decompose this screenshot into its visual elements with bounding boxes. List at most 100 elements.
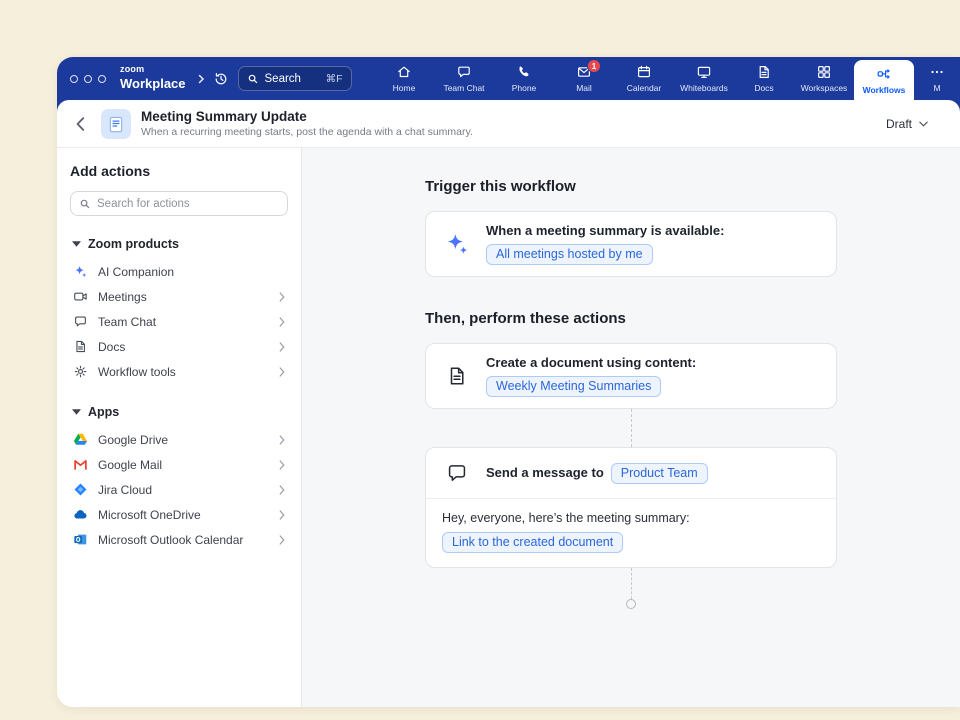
nav-item-calendar[interactable]: Calendar bbox=[614, 57, 674, 100]
section-header-zoom-products[interactable]: Zoom products bbox=[70, 237, 288, 251]
workflow-title-block: Meeting Summary Update When a recurring … bbox=[141, 109, 473, 138]
search-icon bbox=[247, 73, 259, 85]
chat-bubble-icon bbox=[442, 462, 472, 484]
onedrive-icon bbox=[72, 507, 89, 522]
chevron-right-icon bbox=[279, 342, 285, 352]
nav-item-label: Workspaces bbox=[801, 83, 848, 93]
send-message-text: Send a message to bbox=[486, 465, 604, 480]
window-controls[interactable] bbox=[70, 75, 106, 83]
search-shortcut: ⌘F bbox=[326, 73, 343, 85]
sidebar-item-ai-companion[interactable]: AI Companion bbox=[70, 259, 288, 284]
nav-item-label: Calendar bbox=[627, 83, 662, 93]
nav-item-more[interactable]: M bbox=[914, 57, 960, 100]
chevron-left-icon bbox=[75, 117, 86, 131]
home-icon bbox=[396, 64, 412, 80]
nav-item-home[interactable]: Home bbox=[374, 57, 434, 100]
search-input[interactable] bbox=[97, 198, 279, 210]
sidebar-item-label: Docs bbox=[98, 340, 125, 354]
nav-item-phone[interactable]: Phone bbox=[494, 57, 554, 100]
logo-workplace-text: Workplace bbox=[120, 76, 186, 91]
section-label: Apps bbox=[88, 405, 119, 419]
search-icon bbox=[79, 198, 91, 210]
message-body[interactable]: Hey, everyone, here’s the meeting summar… bbox=[426, 499, 836, 567]
docs-icon bbox=[72, 339, 89, 354]
sidebar-item-microsoft-outlook-calendar[interactable]: Microsoft Outlook Calendar bbox=[70, 527, 288, 552]
mail-unread-badge: 1 bbox=[587, 59, 601, 73]
trigger-content: When a meeting summary is available: All… bbox=[486, 223, 724, 265]
sidebar-item-microsoft-onedrive[interactable]: Microsoft OneDrive bbox=[70, 502, 288, 527]
sidebar-item-label: Google Drive bbox=[98, 433, 168, 447]
create-document-card[interactable]: Create a document using content: Weekly … bbox=[425, 343, 837, 409]
docs-icon bbox=[756, 64, 772, 80]
nav-item-mail[interactable]: 1 Mail bbox=[554, 57, 614, 100]
outlook-calendar-icon bbox=[72, 532, 89, 547]
add-step-node[interactable] bbox=[626, 599, 636, 609]
nav-item-label: Docs bbox=[754, 83, 773, 93]
history-icon[interactable] bbox=[213, 71, 229, 87]
sidebar-section-apps: Apps Google Drive Google Mail bbox=[70, 405, 288, 552]
sidebar-title: Add actions bbox=[70, 163, 288, 179]
trigger-scope-chip[interactable]: All meetings hosted by me bbox=[486, 244, 653, 265]
window-control-dot[interactable] bbox=[98, 75, 106, 83]
workspaces-icon bbox=[816, 64, 832, 80]
chevron-down-icon bbox=[919, 121, 928, 127]
window-control-dot[interactable] bbox=[84, 75, 92, 83]
sidebar-item-label: AI Companion bbox=[98, 265, 174, 279]
connector-dashed bbox=[631, 409, 632, 447]
window-body: Add actions Zoom products AI Companion bbox=[57, 148, 960, 707]
workflow-title: Meeting Summary Update bbox=[141, 109, 473, 124]
search-label: Search bbox=[265, 73, 301, 85]
chevron-right-icon bbox=[279, 485, 285, 495]
meeting-summary-icon bbox=[101, 109, 131, 139]
recipient-chip[interactable]: Product Team bbox=[611, 463, 708, 484]
sidebar-item-docs[interactable]: Docs bbox=[70, 334, 288, 359]
nav-item-workflows[interactable]: Workflows bbox=[854, 60, 914, 100]
sidebar-item-label: Workflow tools bbox=[98, 365, 176, 379]
trigger-card[interactable]: When a meeting summary is available: All… bbox=[425, 211, 837, 277]
meetings-icon bbox=[72, 289, 89, 304]
team-chat-icon bbox=[72, 314, 89, 329]
nav-item-workspaces[interactable]: Workspaces bbox=[794, 57, 854, 100]
nav-item-label: M bbox=[933, 83, 940, 93]
header-strip: Meeting Summary Update When a recurring … bbox=[57, 100, 960, 148]
nav-item-label: Team Chat bbox=[443, 83, 484, 93]
nav-item-docs[interactable]: Docs bbox=[734, 57, 794, 100]
sidebar-item-team-chat[interactable]: Team Chat bbox=[70, 309, 288, 334]
nav-items: Home Team Chat Phone 1 Mail Calendar bbox=[374, 57, 960, 100]
top-navigation: zoom Workplace Search ⌘F Home Team Chat bbox=[57, 57, 960, 100]
nav-item-team-chat[interactable]: Team Chat bbox=[434, 57, 494, 100]
sidebar-item-meetings[interactable]: Meetings bbox=[70, 284, 288, 309]
status-dropdown[interactable]: Draft bbox=[876, 112, 938, 136]
chevron-right-icon[interactable] bbox=[196, 74, 206, 84]
send-message-content: Send a message to Product Team bbox=[486, 463, 708, 484]
global-search[interactable]: Search ⌘F bbox=[238, 66, 352, 91]
nav-item-whiteboards[interactable]: Whiteboards bbox=[674, 57, 734, 100]
create-document-content: Create a document using content: Weekly … bbox=[486, 355, 696, 397]
whiteboards-icon bbox=[696, 64, 712, 80]
nav-item-label: Home bbox=[393, 83, 416, 93]
nav-item-label: Whiteboards bbox=[680, 83, 728, 93]
sidebar-item-jira-cloud[interactable]: Jira Cloud bbox=[70, 477, 288, 502]
chevron-right-icon bbox=[279, 292, 285, 302]
back-button[interactable] bbox=[75, 117, 86, 131]
send-message-card[interactable]: Send a message to Product Team Hey, every… bbox=[425, 447, 837, 568]
document-link-chip[interactable]: Link to the created document bbox=[442, 532, 623, 553]
chevron-right-icon bbox=[279, 535, 285, 545]
zoom-workplace-window: zoom Workplace Search ⌘F Home Team Chat bbox=[57, 57, 960, 707]
sidebar-item-workflow-tools[interactable]: Workflow tools bbox=[70, 359, 288, 384]
document-content-chip[interactable]: Weekly Meeting Summaries bbox=[486, 376, 661, 397]
sidebar-item-label: Meetings bbox=[98, 290, 147, 304]
actions-search[interactable] bbox=[70, 191, 288, 216]
sidebar-item-google-mail[interactable]: Google Mail bbox=[70, 452, 288, 477]
sidebar-item-google-drive[interactable]: Google Drive bbox=[70, 427, 288, 452]
nav-item-label: Phone bbox=[512, 83, 537, 93]
trigger-heading: Trigger this workflow bbox=[425, 178, 837, 195]
window-control-dot[interactable] bbox=[70, 75, 78, 83]
section-header-apps[interactable]: Apps bbox=[70, 405, 288, 419]
caret-down-icon bbox=[72, 241, 81, 247]
message-body-text: Hey, everyone, here’s the meeting summar… bbox=[442, 511, 820, 525]
gmail-icon bbox=[72, 457, 89, 472]
status-badge: Draft bbox=[886, 117, 912, 131]
workflow-column: Trigger this workflow When a meeting sum… bbox=[425, 178, 837, 609]
workflow-subtitle: When a recurring meeting starts, post th… bbox=[141, 126, 473, 138]
